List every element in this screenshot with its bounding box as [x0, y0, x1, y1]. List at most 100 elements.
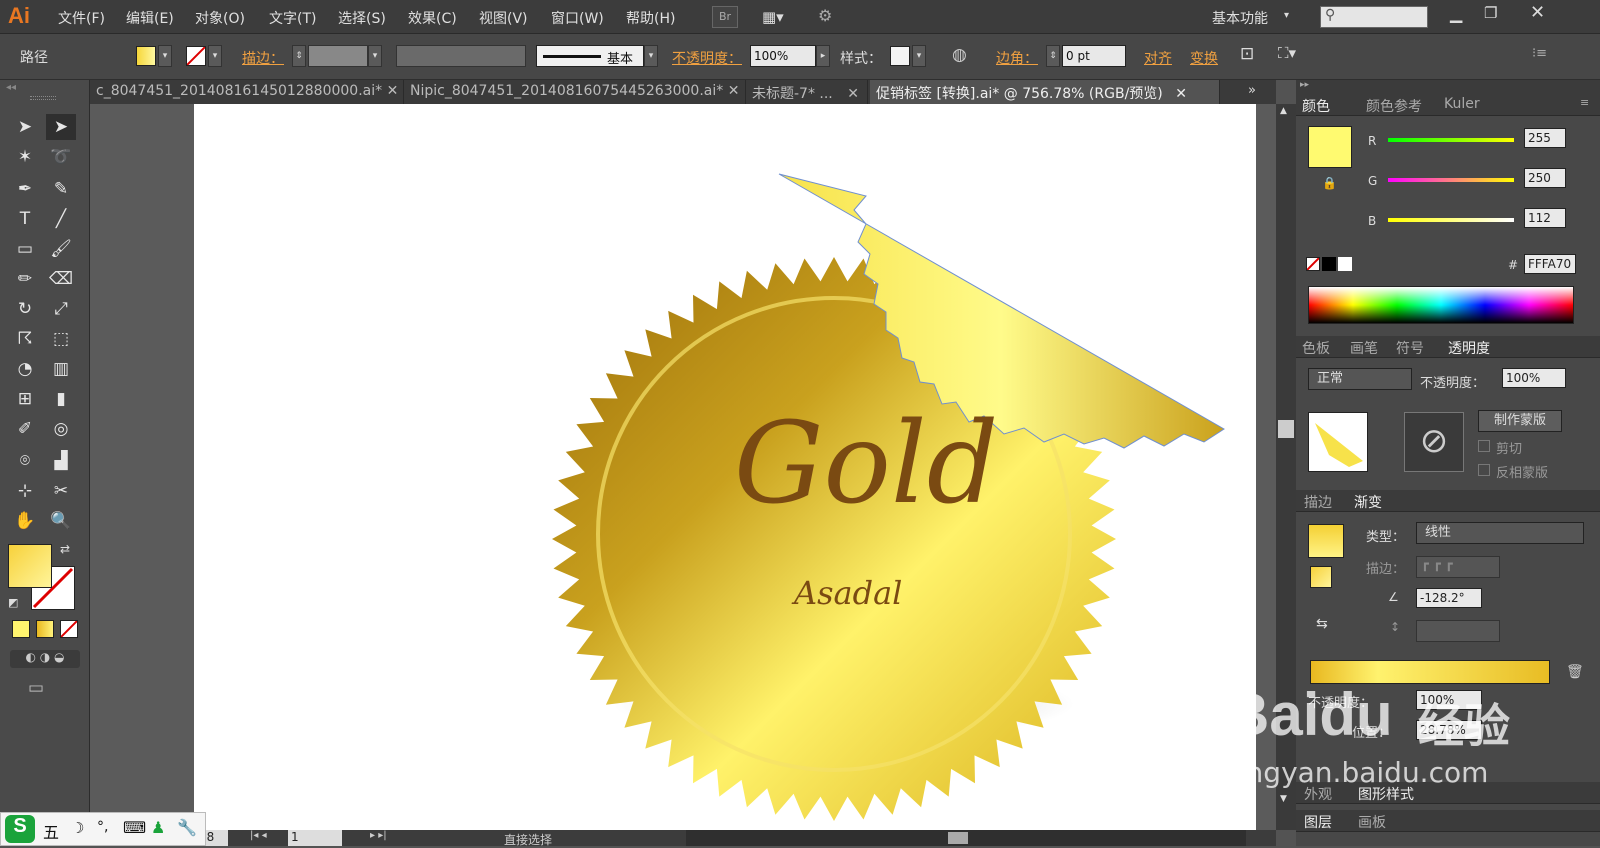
tab-layers[interactable]: 图层 — [1304, 812, 1332, 832]
menu-effect[interactable]: 效果(C) — [408, 8, 457, 28]
menu-select[interactable]: 选择(S) — [338, 8, 386, 28]
rotate-tool-icon[interactable]: ↻ — [10, 296, 40, 322]
stroke-gradient-buttons[interactable]: ┏ ┏ ┏ — [1416, 556, 1500, 578]
fill-dropdown[interactable]: ▾ — [158, 45, 172, 67]
brush-dropdown[interactable]: ▾ — [644, 45, 658, 67]
graphic-style-dropdown[interactable]: ▾ — [912, 45, 926, 67]
black-swatch[interactable] — [1322, 257, 1336, 271]
mesh-tool-icon[interactable]: ⊞ — [10, 386, 40, 412]
scroll-down-icon[interactable]: ▼ — [1280, 794, 1287, 804]
pencil-tool-icon[interactable]: ✏ — [10, 266, 40, 292]
lasso-tool-icon[interactable]: ➰ — [46, 144, 76, 170]
scroll-thumb[interactable] — [1278, 420, 1294, 438]
doc-tab-active[interactable]: 促销标签 [转换].ai* @ 756.78% (RGB/预览) ✕ — [870, 80, 1220, 104]
color-mode-icon[interactable] — [12, 620, 30, 638]
h-scroll-thumb[interactable] — [948, 832, 968, 844]
menu-window[interactable]: 窗口(W) — [551, 8, 604, 28]
gpu-performance-icon[interactable]: ⚙ — [818, 6, 832, 25]
tab-artboards[interactable]: 画板 — [1358, 812, 1386, 832]
toolbox-grip[interactable] — [30, 96, 56, 100]
perspective-grid-tool-icon[interactable]: ▥ — [46, 356, 76, 382]
transform-link[interactable]: 变换 — [1190, 48, 1218, 68]
clip-checkbox[interactable] — [1478, 440, 1490, 452]
punctuation-icon[interactable]: °, — [97, 819, 108, 835]
gradient-type-select[interactable]: 线性 — [1416, 522, 1584, 544]
drawing-modes-icon[interactable]: ◐ ◑ ◒ — [10, 650, 80, 668]
corner-label[interactable]: 边角： — [996, 48, 1038, 68]
pen-tool-icon[interactable]: ✒ — [10, 176, 40, 202]
menu-edit[interactable]: 编辑(E) — [126, 8, 174, 28]
restore-button[interactable]: ❐ — [1484, 4, 1497, 22]
tab-stroke[interactable]: 描边 — [1304, 492, 1332, 512]
invert-mask-checkbox[interactable] — [1478, 464, 1490, 476]
rectangle-tool-icon[interactable]: ▭ — [10, 236, 40, 262]
color-panel-menu-icon[interactable]: ≡ — [1580, 96, 1589, 109]
keyboard-icon[interactable]: ⌨ — [123, 818, 146, 837]
selection-tool-icon[interactable]: ➤ — [10, 114, 40, 140]
horizontal-scrollbar[interactable] — [686, 830, 1246, 846]
white-swatch[interactable] — [1338, 257, 1352, 271]
stroke-swatch[interactable] — [186, 46, 206, 66]
doc-tab-1[interactable]: c_8047451_20140816145012880000.ai* ✕ — [90, 80, 404, 104]
graphic-style-swatch[interactable] — [890, 46, 910, 66]
artboard-nav-first-icon[interactable]: |◂ ◂ — [250, 830, 267, 841]
gradient-angle-field[interactable]: -128.2° — [1416, 588, 1482, 608]
control-menu-icon[interactable]: ⁝≡ — [1532, 46, 1547, 61]
color-spectrum[interactable] — [1308, 286, 1574, 324]
make-mask-button[interactable]: 制作蒙版 — [1478, 410, 1562, 432]
b-slider[interactable] — [1388, 218, 1514, 222]
tab-gradient[interactable]: 渐变 — [1354, 492, 1382, 512]
zoom-tool-icon[interactable]: 🔍 — [46, 508, 76, 534]
column-graph-tool-icon[interactable]: ▟ — [46, 448, 76, 474]
canvas-area[interactable]: Gold Asadal — [90, 104, 1276, 830]
eraser-tool-icon[interactable]: ⌫ — [46, 266, 76, 292]
magic-wand-tool-icon[interactable]: ✶ — [10, 144, 40, 170]
stroke-weight-field[interactable] — [308, 45, 368, 67]
corner-stepper[interactable]: ⇕ — [1046, 45, 1060, 67]
tab-brushes[interactable]: 画笔 — [1350, 338, 1378, 358]
stroke-label[interactable]: 描边： — [242, 48, 284, 68]
workspace-switcher[interactable]: 基本功能 — [1212, 8, 1268, 28]
close-window-button[interactable]: ✕ — [1530, 2, 1545, 23]
hex-field[interactable]: FFFA70 — [1524, 254, 1576, 274]
type-tool-icon[interactable]: T — [10, 206, 40, 232]
doc-tab-2[interactable]: Nipic_8047451_20140816075445263000.ai* ✕ — [404, 80, 746, 104]
screen-mode-icon[interactable]: ▭ — [28, 678, 44, 698]
object-thumbnail[interactable] — [1308, 412, 1368, 472]
b-field[interactable]: 112 — [1524, 208, 1566, 228]
panel-collapse-icon[interactable]: ▸▸ — [1296, 80, 1600, 94]
scale-tool-icon[interactable]: ⤢ — [46, 296, 76, 322]
search-input[interactable]: ⚲ — [1320, 6, 1428, 28]
workspace-dropdown-icon[interactable]: ▾ — [1284, 10, 1289, 21]
stroke-dropdown[interactable]: ▾ — [208, 45, 222, 67]
skin-icon[interactable]: ♟ — [151, 818, 165, 837]
align-link[interactable]: 对齐 — [1144, 48, 1172, 68]
minimize-button[interactable]: ▁ — [1450, 4, 1462, 23]
opacity-label[interactable]: 不透明度： — [672, 48, 742, 68]
scroll-up-icon[interactable]: ▲ — [1280, 106, 1287, 116]
artboard[interactable]: Gold Asadal — [194, 104, 1256, 830]
swap-colors-icon[interactable]: ⇄ — [60, 542, 70, 556]
blend-tool-icon[interactable]: ◎ — [46, 416, 76, 442]
reverse-gradient-icon[interactable]: ⇆ — [1316, 616, 1328, 632]
paintbrush-tool-icon[interactable]: 🖌 — [46, 236, 76, 262]
g-slider[interactable] — [1388, 178, 1514, 182]
isolate-icon[interactable]: ⊡ — [1240, 44, 1254, 64]
menu-help[interactable]: 帮助(H) — [626, 8, 675, 28]
menu-object[interactable]: 对象(O) — [195, 8, 245, 28]
gradient-mode-icon[interactable] — [36, 620, 54, 638]
more-tabs-icon[interactable]: » — [1248, 83, 1256, 98]
arrange-documents-icon[interactable]: ▦▾ — [762, 8, 784, 26]
aspect-ratio-field[interactable] — [1416, 620, 1500, 642]
collapse-toolbox-icon[interactable]: ◂◂ — [6, 82, 16, 93]
symbol-sprayer-tool-icon[interactable]: ⌾ — [10, 448, 40, 474]
gradient-fill-box[interactable] — [1310, 566, 1332, 588]
artboard-tool-icon[interactable]: ⊹ — [10, 478, 40, 504]
ime-mode[interactable]: 五 — [43, 819, 59, 843]
gradient-tool-icon[interactable]: ▮ — [46, 386, 76, 412]
slice-tool-icon[interactable]: ✂ — [46, 478, 76, 504]
fill-swatch[interactable] — [136, 46, 156, 66]
moon-icon[interactable]: ☽ — [71, 819, 84, 837]
gold-seal-artwork[interactable]: Gold Asadal — [194, 104, 1256, 830]
transform-options-icon[interactable]: ⛶▾ — [1278, 44, 1296, 62]
